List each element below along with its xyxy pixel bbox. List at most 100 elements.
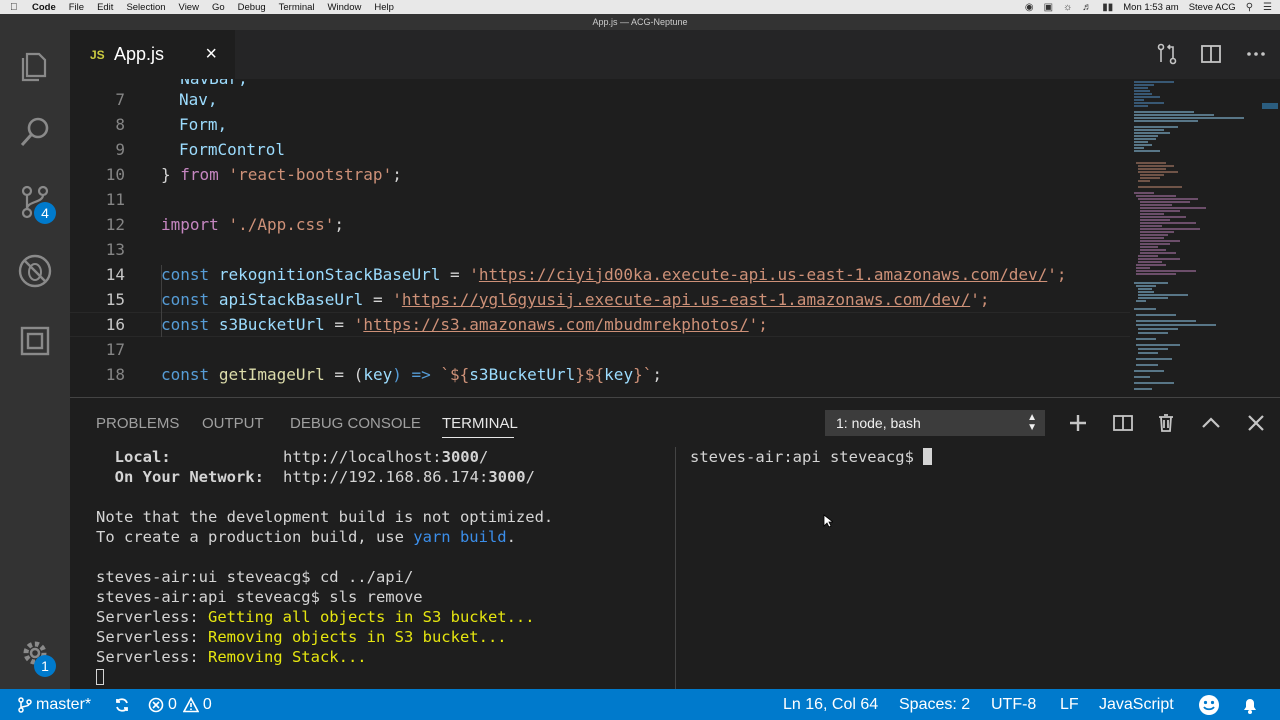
select-arrows-icon: ▲ ▼	[1027, 412, 1037, 433]
code-link[interactable]: https://ciyijd00ka.execute-api.us-east-1…	[479, 265, 1047, 284]
notifications-button[interactable]	[1240, 689, 1260, 720]
explorer-button[interactable]	[0, 36, 70, 96]
battery-icon[interactable]: ▮▮	[1102, 2, 1113, 13]
screen-record-icon[interactable]: ▣	[1044, 2, 1053, 13]
menu-edit[interactable]: Edit	[97, 2, 113, 13]
window-title-bar: App.js — ACG-Neptune	[0, 14, 1280, 30]
language-mode[interactable]: JavaScript	[1099, 689, 1174, 720]
code-line: 7 Nav,	[70, 87, 1130, 112]
notification-center-icon[interactable]: ☰	[1263, 2, 1272, 13]
keyword: const	[161, 265, 210, 284]
branch-name: master*	[36, 695, 92, 713]
window-title: App.js — ACG-Neptune	[592, 17, 688, 27]
sync-button[interactable]	[114, 689, 130, 720]
terminal-left[interactable]: Local: http://localhost:3000/ On Your Net…	[96, 447, 676, 687]
string: }`	[633, 365, 653, 384]
apple-icon[interactable]: 	[10, 2, 22, 13]
terminal-text: To create a production build, use	[96, 528, 414, 546]
source-control-button[interactable]: 4	[0, 172, 70, 232]
maximize-panel-icon[interactable]	[1201, 413, 1221, 433]
line-number: 12	[105, 215, 125, 234]
line-ending[interactable]: LF	[1060, 689, 1079, 720]
terminal-prefix: Serverless:	[96, 648, 208, 666]
menu-app[interactable]: Code	[32, 2, 56, 13]
search-button[interactable]	[0, 102, 70, 162]
volume-icon[interactable]: ♬	[1082, 2, 1092, 13]
code-editor[interactable]: NavBar, 7 Nav, 8 Form, 9 FormControl 10 …	[70, 79, 1280, 397]
minimap[interactable]	[1132, 79, 1260, 397]
cursor-position[interactable]: Ln 16, Col 64	[783, 689, 878, 720]
code-line: 10 } from 'react-bootstrap';	[70, 162, 1130, 187]
menu-selection[interactable]: Selection	[126, 2, 165, 13]
mouse-pointer-icon	[823, 514, 833, 528]
terminal-right[interactable]: steves-air:api steveacg$	[690, 447, 933, 467]
menu-terminal[interactable]: Terminal	[279, 2, 315, 13]
menu-file[interactable]: File	[69, 2, 84, 13]
string: 'react-bootstrap'	[228, 165, 393, 184]
indentation[interactable]: Spaces: 2	[899, 689, 970, 720]
line-number: 16	[105, 315, 125, 334]
terminal-line: On Your Network: http://192.168.86.174:30…	[96, 467, 676, 487]
variable: key	[363, 365, 393, 384]
trash-icon[interactable]	[1156, 413, 1176, 433]
git-branch-icon	[18, 696, 32, 713]
close-panel-icon[interactable]	[1246, 413, 1266, 433]
feedback-button[interactable]	[1198, 689, 1220, 720]
terminal-url[interactable]: http://localhost:	[283, 448, 442, 466]
code-text: ) =>	[392, 365, 441, 384]
line-number: 18	[105, 365, 125, 384]
camera-status-icon[interactable]: ◉	[1025, 2, 1034, 13]
string: }${	[575, 365, 605, 384]
extensions-button[interactable]	[0, 311, 70, 371]
mac-menu-bar:  Code File Edit Selection View Go Debug…	[0, 0, 1280, 14]
tab-close-icon[interactable]: ×	[205, 43, 217, 66]
menu-debug[interactable]: Debug	[238, 2, 266, 13]
terminal-prefix: Serverless:	[96, 628, 208, 646]
tab-terminal[interactable]: TERMINAL	[442, 415, 518, 432]
keyword: const	[161, 315, 210, 334]
code-text: ;	[392, 165, 402, 184]
menu-help[interactable]: Help	[374, 2, 394, 13]
debug-button[interactable]	[0, 241, 70, 301]
terminal-line: Serverless: Getting all objects in S3 bu…	[96, 607, 676, 627]
new-terminal-icon[interactable]	[1068, 413, 1088, 433]
code-link[interactable]: https://s3.amazonaws.com/mbudmrekphotos/	[363, 315, 748, 334]
keyword: import	[161, 215, 219, 234]
clock[interactable]: Mon 1:53 am	[1123, 2, 1178, 13]
editor-scrollbar-thumb[interactable]	[1262, 103, 1278, 109]
javascript-file-icon: JS	[90, 47, 105, 62]
user-name[interactable]: Steve ACG	[1189, 2, 1236, 13]
open-changes-icon[interactable]	[1156, 43, 1178, 65]
terminal-select-value: 1: node, bash	[836, 415, 921, 431]
terminal-line: steves-air:api steveacg$ sls remove	[96, 588, 423, 606]
tab-output[interactable]: OUTPUT	[202, 415, 264, 432]
terminal-split-divider[interactable]	[675, 447, 676, 690]
encoding[interactable]: UTF-8	[991, 689, 1036, 720]
wifi-icon[interactable]: ☼	[1063, 2, 1072, 13]
terminal-text: /	[478, 448, 489, 466]
line-number: 15	[105, 290, 125, 309]
settings-button[interactable]: 1	[0, 623, 70, 683]
extensions-icon	[20, 326, 50, 356]
tab-app-js[interactable]: JS App.js ×	[70, 30, 235, 79]
keyword: const	[161, 365, 210, 384]
code-link[interactable]: https://ygl6gyusij.execute-api.us-east-1…	[402, 290, 970, 309]
branch-indicator[interactable]: master*	[18, 689, 91, 720]
problems-indicator[interactable]: 0 0	[148, 689, 212, 720]
menu-go[interactable]: Go	[212, 2, 225, 13]
terminal-cursor	[923, 448, 933, 465]
code-text: =	[324, 315, 354, 334]
more-actions-icon[interactable]	[1245, 43, 1267, 65]
search-icon	[20, 117, 49, 147]
spotlight-icon[interactable]: ⚲	[1246, 2, 1253, 13]
terminal-select[interactable]: 1: node, bash ▲ ▼	[825, 410, 1045, 436]
line-number: 11	[105, 190, 125, 209]
terminal-url[interactable]: http://192.168.86.174:	[283, 468, 488, 486]
split-editor-icon[interactable]	[1200, 43, 1222, 65]
menu-window[interactable]: Window	[328, 2, 362, 13]
tab-problems[interactable]: PROBLEMS	[96, 415, 179, 432]
menu-view[interactable]: View	[179, 2, 199, 13]
tab-debug-console[interactable]: DEBUG CONSOLE	[290, 415, 421, 432]
code-text: ;	[334, 215, 345, 234]
split-terminal-icon[interactable]	[1113, 413, 1133, 433]
